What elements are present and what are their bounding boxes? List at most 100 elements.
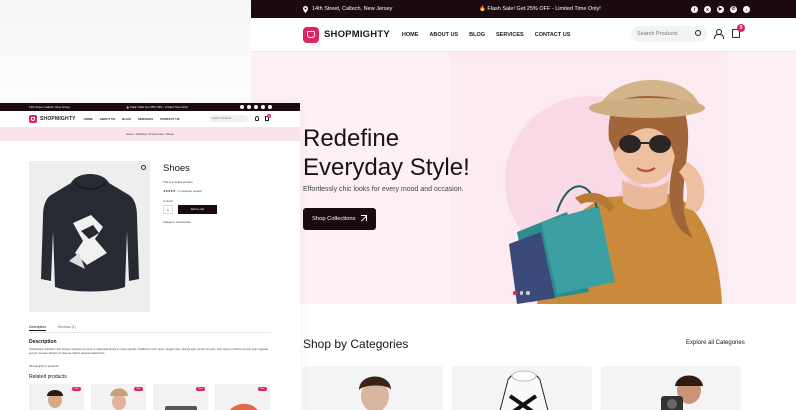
category-image bbox=[359, 376, 391, 410]
slider-dot[interactable] bbox=[513, 291, 517, 295]
product-short-description: This is a simple product. bbox=[163, 180, 194, 184]
x-icon[interactable]: X bbox=[704, 5, 711, 13]
nav-blog[interactable]: BLOG bbox=[122, 117, 131, 121]
arrow-up-right-icon bbox=[361, 215, 367, 221]
explore-categories-link[interactable]: Explore all Categories bbox=[686, 340, 745, 346]
sale-badge: Sale! bbox=[196, 387, 205, 391]
announcement-bar: 14th Street, Caltech, New Jersey 🔥 Flash… bbox=[251, 0, 796, 18]
youtube-icon[interactable]: ▶ bbox=[717, 5, 724, 13]
photo-credit: Photography by apostrofa bbox=[29, 365, 59, 368]
stock-status: In stock bbox=[163, 199, 173, 203]
product-rating: ★★★★★ (1 customer review) bbox=[163, 189, 202, 193]
tab-reviews[interactable]: Reviews (1) bbox=[58, 325, 76, 331]
shop-logo-icon bbox=[29, 115, 37, 123]
category-card[interactable] bbox=[303, 366, 443, 410]
hero-banner: Redefine Everyday Style! Effortlessly ch… bbox=[251, 52, 796, 304]
location-pin-icon bbox=[303, 5, 308, 13]
pp-cart-count-badge: 0 bbox=[267, 114, 271, 118]
product-title: Shoes bbox=[163, 163, 190, 174]
whatsapp-icon[interactable]: ✆ bbox=[730, 5, 737, 13]
tiktok-icon[interactable]: ♪ bbox=[743, 5, 750, 13]
hoodie-image bbox=[41, 174, 139, 292]
nav-contact[interactable]: CONTACT US bbox=[535, 32, 571, 38]
nav-services[interactable]: SERVICES bbox=[138, 117, 153, 121]
hero-title: Redefine Everyday Style! bbox=[303, 124, 470, 182]
product-category: Category: Accessories bbox=[163, 220, 191, 224]
related-product-card[interactable]: Sale! bbox=[29, 384, 84, 410]
related-product-card[interactable]: Sale! bbox=[91, 384, 146, 410]
pp-search-input[interactable]: Search Products bbox=[209, 115, 248, 122]
whatsapp-icon[interactable] bbox=[261, 105, 265, 109]
category-image bbox=[661, 375, 703, 410]
location: 14th Street, Caltech, New Jersey bbox=[303, 5, 393, 13]
main-nav: HOME ABOUT US BLOG SERVICES CONTACT US bbox=[402, 32, 571, 38]
facebook-icon[interactable]: f bbox=[691, 5, 698, 13]
shop-logo-icon bbox=[303, 26, 319, 43]
pp-logo[interactable]: SHOPMIGHTY bbox=[29, 115, 76, 123]
showcase-stage: 14th Street, Caltech, New Jersey 🔥 Flash… bbox=[0, 0, 796, 410]
pp-promo-text: 🔥 Flash Sale! Get 25% OFF - Limited Time… bbox=[126, 105, 188, 109]
social-links: f X ▶ ✆ ♪ bbox=[691, 5, 750, 13]
nav-services[interactable]: SERVICES bbox=[496, 32, 524, 38]
nav-about[interactable]: ABOUT US bbox=[100, 117, 116, 121]
description-text: Pellentesque habitant morbi tristique se… bbox=[29, 348, 269, 355]
product-page: 14th Street, Caltech, New Jersey 🔥 Flash… bbox=[0, 103, 300, 410]
slider-dot[interactable] bbox=[526, 291, 530, 295]
user-icon[interactable] bbox=[714, 29, 724, 39]
product-gallery[interactable] bbox=[29, 161, 150, 312]
shop-collections-button[interactable]: Shop Collections bbox=[303, 208, 376, 230]
category-card[interactable] bbox=[452, 366, 592, 410]
x-icon[interactable] bbox=[247, 105, 251, 109]
zoom-icon[interactable] bbox=[141, 165, 146, 170]
sale-badge: Sale! bbox=[134, 387, 143, 391]
cart-icon[interactable]: 0 bbox=[732, 24, 745, 38]
search-icon[interactable] bbox=[695, 30, 701, 36]
hero-title-line2: Everyday Style! bbox=[303, 154, 470, 181]
breadcrumb-text[interactable]: Home / Clothing / Accessories / Shoes bbox=[126, 132, 174, 136]
pp-location-text: 14th Street, Caltech, New Jersey bbox=[29, 105, 70, 109]
slider-dot[interactable] bbox=[519, 291, 523, 295]
pp-search-placeholder: Search Products bbox=[212, 117, 232, 120]
cta-label: Shop Collections bbox=[312, 216, 356, 222]
promo-text: 🔥 Flash Sale! Get 25% OFF - Limited Time… bbox=[479, 6, 601, 12]
nav-home[interactable]: HOME bbox=[84, 117, 93, 121]
categories-heading: Shop by Categories bbox=[303, 337, 409, 351]
cart-icon[interactable]: 0 bbox=[265, 114, 271, 121]
breadcrumb: Home / Clothing / Accessories / Shoes bbox=[0, 127, 300, 141]
category-image bbox=[499, 370, 549, 410]
quantity-stepper[interactable]: 1 bbox=[163, 205, 173, 214]
tab-description[interactable]: Description bbox=[29, 325, 46, 331]
main-header: SHOPMIGHTY HOME ABOUT US BLOG SERVICES C… bbox=[251, 18, 796, 52]
star-rating-icon: ★★★★★ bbox=[163, 189, 176, 193]
category-card[interactable] bbox=[601, 366, 741, 410]
user-icon[interactable] bbox=[255, 116, 259, 121]
nav-about[interactable]: ABOUT US bbox=[429, 32, 458, 38]
search-placeholder: Search Products bbox=[637, 31, 678, 37]
related-product-card[interactable]: Sale! bbox=[153, 384, 208, 410]
sale-badge: Sale! bbox=[72, 387, 81, 391]
location-text: 14th Street, Caltech, New Jersey bbox=[312, 6, 393, 12]
product-tabs: Description Reviews (1) bbox=[29, 325, 76, 331]
related-products-heading: Related products bbox=[29, 374, 67, 380]
pp-brand-name: SHOPMIGHTY bbox=[40, 116, 76, 122]
nav-blog[interactable]: BLOG bbox=[469, 32, 485, 38]
review-count-link[interactable]: (1 customer review) bbox=[177, 189, 202, 193]
sale-badge: Sale! bbox=[258, 387, 267, 391]
hero-title-line1: Redefine bbox=[303, 125, 400, 152]
facebook-icon[interactable] bbox=[240, 105, 244, 109]
cart-count-badge: 0 bbox=[737, 24, 745, 32]
logo[interactable]: SHOPMIGHTY bbox=[303, 26, 390, 43]
tiktok-icon[interactable] bbox=[268, 105, 272, 109]
add-to-cart-button[interactable]: Add to cart bbox=[178, 205, 217, 214]
slider-dots bbox=[513, 291, 530, 295]
brand-name: SHOPMIGHTY bbox=[324, 29, 390, 40]
pp-header-actions: 0 bbox=[255, 114, 271, 121]
nav-contact[interactable]: CONTACT US bbox=[160, 117, 179, 121]
nav-home[interactable]: HOME bbox=[402, 32, 419, 38]
pp-announcement-bar: 14th Street, Caltech, New Jersey 🔥 Flash… bbox=[0, 103, 300, 111]
youtube-icon[interactable] bbox=[254, 105, 258, 109]
related-product-card[interactable]: Sale! bbox=[215, 384, 270, 410]
pp-header: SHOPMIGHTY HOME ABOUT US BLOG SERVICES C… bbox=[0, 111, 300, 127]
search-input[interactable]: Search Products bbox=[631, 26, 707, 42]
tab-divider bbox=[29, 332, 271, 333]
